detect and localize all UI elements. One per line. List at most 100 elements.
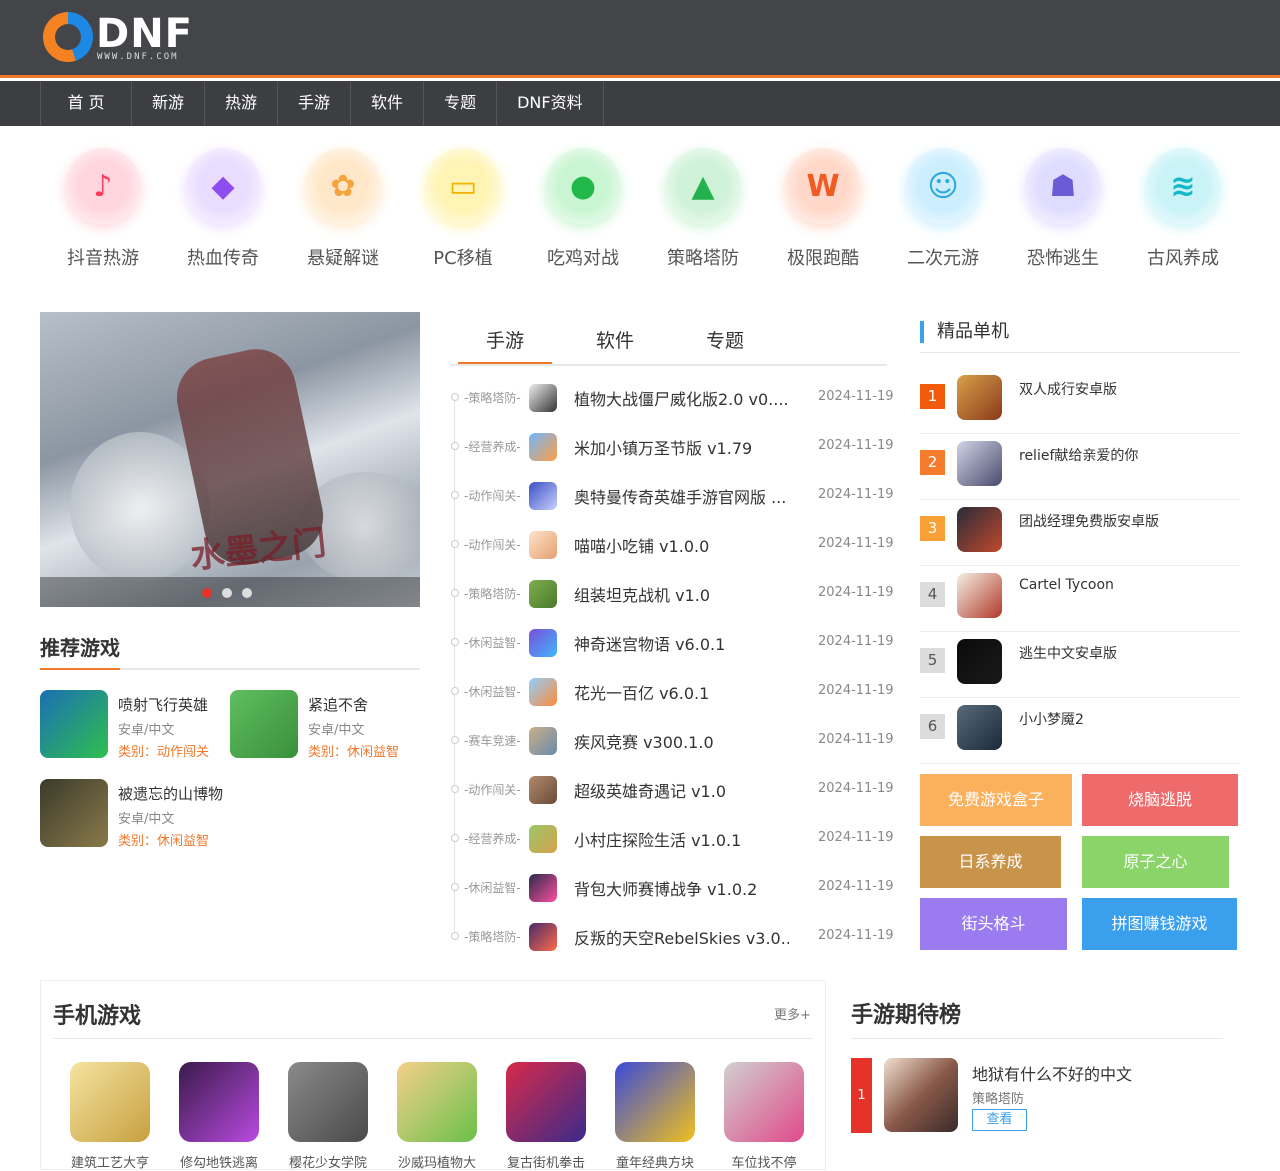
list-item-icon[interactable]	[529, 678, 557, 706]
list-item-category[interactable]: -策略塔防-	[464, 389, 521, 406]
rank-name[interactable]: 逃生中文安卓版	[1019, 643, 1234, 663]
recommended-game-name[interactable]: 紧追不舍	[308, 694, 368, 715]
nav-item-1[interactable]: 首 页	[41, 81, 132, 126]
rank-item[interactable]: 5 逃生中文安卓版	[920, 632, 1240, 698]
list-item-title[interactable]: 超级英雄奇遇记 v1.0	[574, 778, 789, 802]
banner-dot-3[interactable]	[242, 588, 252, 598]
mobile-game-item[interactable]: 沙威玛植物大	[389, 1062, 485, 1171]
tag-button[interactable]: 街头格斗	[920, 898, 1067, 950]
recommended-game[interactable]: 喷射飞行英雄 安卓/中文 类别：动作闯关	[40, 690, 230, 760]
list-item-category[interactable]: -休闲益智-	[464, 683, 521, 700]
banner-slider[interactable]: 水墨之门	[40, 312, 420, 607]
list-item-icon[interactable]	[529, 776, 557, 804]
list-item-title[interactable]: 组装坦克战机 v1.0	[574, 582, 789, 606]
mobile-game-name[interactable]: 复古街机拳击	[498, 1152, 594, 1171]
list-item[interactable]: -策略塔防- 组装坦克战机 v1.0 2024-11-19	[450, 579, 894, 609]
nav-item-7[interactable]: DNF资料	[497, 81, 604, 126]
list-item-icon[interactable]	[529, 727, 557, 755]
rank-name[interactable]: 团战经理免费版安卓版	[1019, 511, 1234, 531]
banner-dot-2[interactable]	[222, 588, 232, 598]
list-item-icon[interactable]	[529, 825, 557, 853]
list-item[interactable]: -动作闯关- 奥特曼传奇英雄手游官网版 ... 2024-11-19	[450, 481, 894, 511]
category-item[interactable]: ☗ 恐怖逃生	[1003, 148, 1123, 270]
list-item[interactable]: -策略塔防- 植物大战僵尸威化版2.0 v0.... 2024-11-19	[450, 383, 894, 413]
rank-thumb[interactable]	[957, 507, 1002, 552]
rank-name[interactable]: 小小梦魇2	[1019, 709, 1234, 729]
nav-item-5[interactable]: 软件	[351, 81, 425, 126]
list-item-category[interactable]: -休闲益智-	[464, 879, 521, 896]
rank-thumb[interactable]	[957, 639, 1002, 684]
rank-item[interactable]: 6 小小梦魇2	[920, 698, 1240, 764]
list-item-icon[interactable]	[529, 433, 557, 461]
tag-button[interactable]: 原子之心	[1082, 836, 1229, 888]
list-item-title[interactable]: 喵喵小吃铺 v1.0.0	[574, 533, 789, 557]
mobile-game-item[interactable]: 修勾地铁逃离	[171, 1062, 267, 1171]
recommended-game-name[interactable]: 喷射飞行英雄	[118, 694, 208, 715]
mobile-game-name[interactable]: 沙威玛植物大	[389, 1152, 485, 1171]
mobile-game-name[interactable]: 童年经典方块	[607, 1152, 703, 1171]
recommended-game-name[interactable]: 被遗忘的山博物	[118, 783, 223, 804]
list-item[interactable]: -策略塔防- 反叛的天空RebelSkies v3.0... 2024-11-19	[450, 922, 894, 952]
category-item[interactable]: ≋ 古风养成	[1123, 148, 1243, 270]
rank-thumb[interactable]	[957, 441, 1002, 486]
list-item-category[interactable]: -策略塔防-	[464, 928, 521, 945]
list-item-category[interactable]: -动作闯关-	[464, 781, 521, 798]
list-item-title[interactable]: 植物大战僵尸威化版2.0 v0....	[574, 386, 789, 410]
mobile-game-thumb[interactable]	[724, 1062, 804, 1142]
mobile-game-name[interactable]: 建筑工艺大亨	[62, 1152, 158, 1171]
list-item-category[interactable]: -经营养成-	[464, 438, 521, 455]
category-item[interactable]: ▭ PC移植	[403, 148, 523, 270]
list-item-title[interactable]: 疾风竞赛 v300.1.0	[574, 729, 789, 753]
rank-name[interactable]: relief献给亲爱的你	[1019, 445, 1234, 465]
mobile-game-thumb[interactable]	[179, 1062, 259, 1142]
list-item-category[interactable]: -赛车竞速-	[464, 732, 521, 749]
category-item[interactable]: ♪ 抖音热游	[43, 148, 163, 270]
list-item-icon[interactable]	[529, 580, 557, 608]
banner-dot-1[interactable]	[202, 588, 212, 598]
category-item[interactable]: ● 吃鸡对战	[523, 148, 643, 270]
list-item-title[interactable]: 反叛的天空RebelSkies v3.0...	[574, 925, 789, 949]
tab-1[interactable]: 手游	[450, 326, 560, 364]
list-item[interactable]: -经营养成- 米加小镇万圣节版 v1.79 2024-11-19	[450, 432, 894, 462]
recommended-game-thumb[interactable]	[230, 690, 298, 758]
expect-game-thumb[interactable]	[884, 1058, 958, 1132]
nav-item-3[interactable]: 热游	[205, 81, 279, 126]
list-item-category[interactable]: -经营养成-	[464, 830, 521, 847]
rank-item[interactable]: 3 团战经理免费版安卓版	[920, 500, 1240, 566]
mobile-game-name[interactable]: 修勾地铁逃离	[171, 1152, 267, 1171]
list-item[interactable]: -动作闯关- 喵喵小吃铺 v1.0.0 2024-11-19	[450, 530, 894, 560]
mobile-game-name[interactable]: 樱花少女学院	[280, 1152, 376, 1171]
list-item-icon[interactable]	[529, 923, 557, 951]
rank-name[interactable]: 双人成行安卓版	[1019, 379, 1234, 399]
tab-2[interactable]: 软件	[560, 326, 670, 353]
mobile-game-thumb[interactable]	[615, 1062, 695, 1142]
category-item[interactable]: ▲ 策略塔防	[643, 148, 763, 270]
list-item-category[interactable]: -策略塔防-	[464, 585, 521, 602]
list-item[interactable]: -休闲益智- 背包大师赛博战争 v1.0.2 2024-11-19	[450, 873, 894, 903]
mobile-game-item[interactable]: 建筑工艺大亨	[62, 1062, 158, 1171]
list-item[interactable]: -休闲益智- 神奇迷宫物语 v6.0.1 2024-11-19	[450, 628, 894, 658]
mobile-game-item[interactable]: 复古街机拳击	[498, 1062, 594, 1171]
tab-3[interactable]: 专题	[670, 326, 780, 353]
list-item-icon[interactable]	[529, 384, 557, 412]
list-item[interactable]: -经营养成- 小村庄探险生活 v1.0.1 2024-11-19	[450, 824, 894, 854]
mobile-game-thumb[interactable]	[70, 1062, 150, 1142]
more-link[interactable]: 更多+	[774, 1004, 811, 1023]
list-item-category[interactable]: -休闲益智-	[464, 634, 521, 651]
list-item-title[interactable]: 小村庄探险生活 v1.0.1	[574, 827, 789, 851]
list-item[interactable]: -动作闯关- 超级英雄奇遇记 v1.0 2024-11-19	[450, 775, 894, 805]
list-item-title[interactable]: 米加小镇万圣节版 v1.79	[574, 435, 789, 459]
tag-button[interactable]: 日系养成	[920, 836, 1061, 888]
list-item-title[interactable]: 背包大师赛博战争 v1.0.2	[574, 876, 789, 900]
list-item-icon[interactable]	[529, 531, 557, 559]
nav-item-6[interactable]: 专题	[424, 81, 498, 126]
list-item[interactable]: -休闲益智- 花光一百亿 v6.0.1 2024-11-19	[450, 677, 894, 707]
category-item[interactable]: ◆ 热血传奇	[163, 148, 283, 270]
recommended-game-thumb[interactable]	[40, 690, 108, 758]
mobile-game-thumb[interactable]	[506, 1062, 586, 1142]
rank-item[interactable]: 4 Cartel Tycoon	[920, 566, 1240, 632]
mobile-game-thumb[interactable]	[288, 1062, 368, 1142]
nav-item-4[interactable]: 手游	[278, 81, 352, 126]
list-item-title[interactable]: 神奇迷宫物语 v6.0.1	[574, 631, 789, 655]
list-item-category[interactable]: -动作闯关-	[464, 487, 521, 504]
